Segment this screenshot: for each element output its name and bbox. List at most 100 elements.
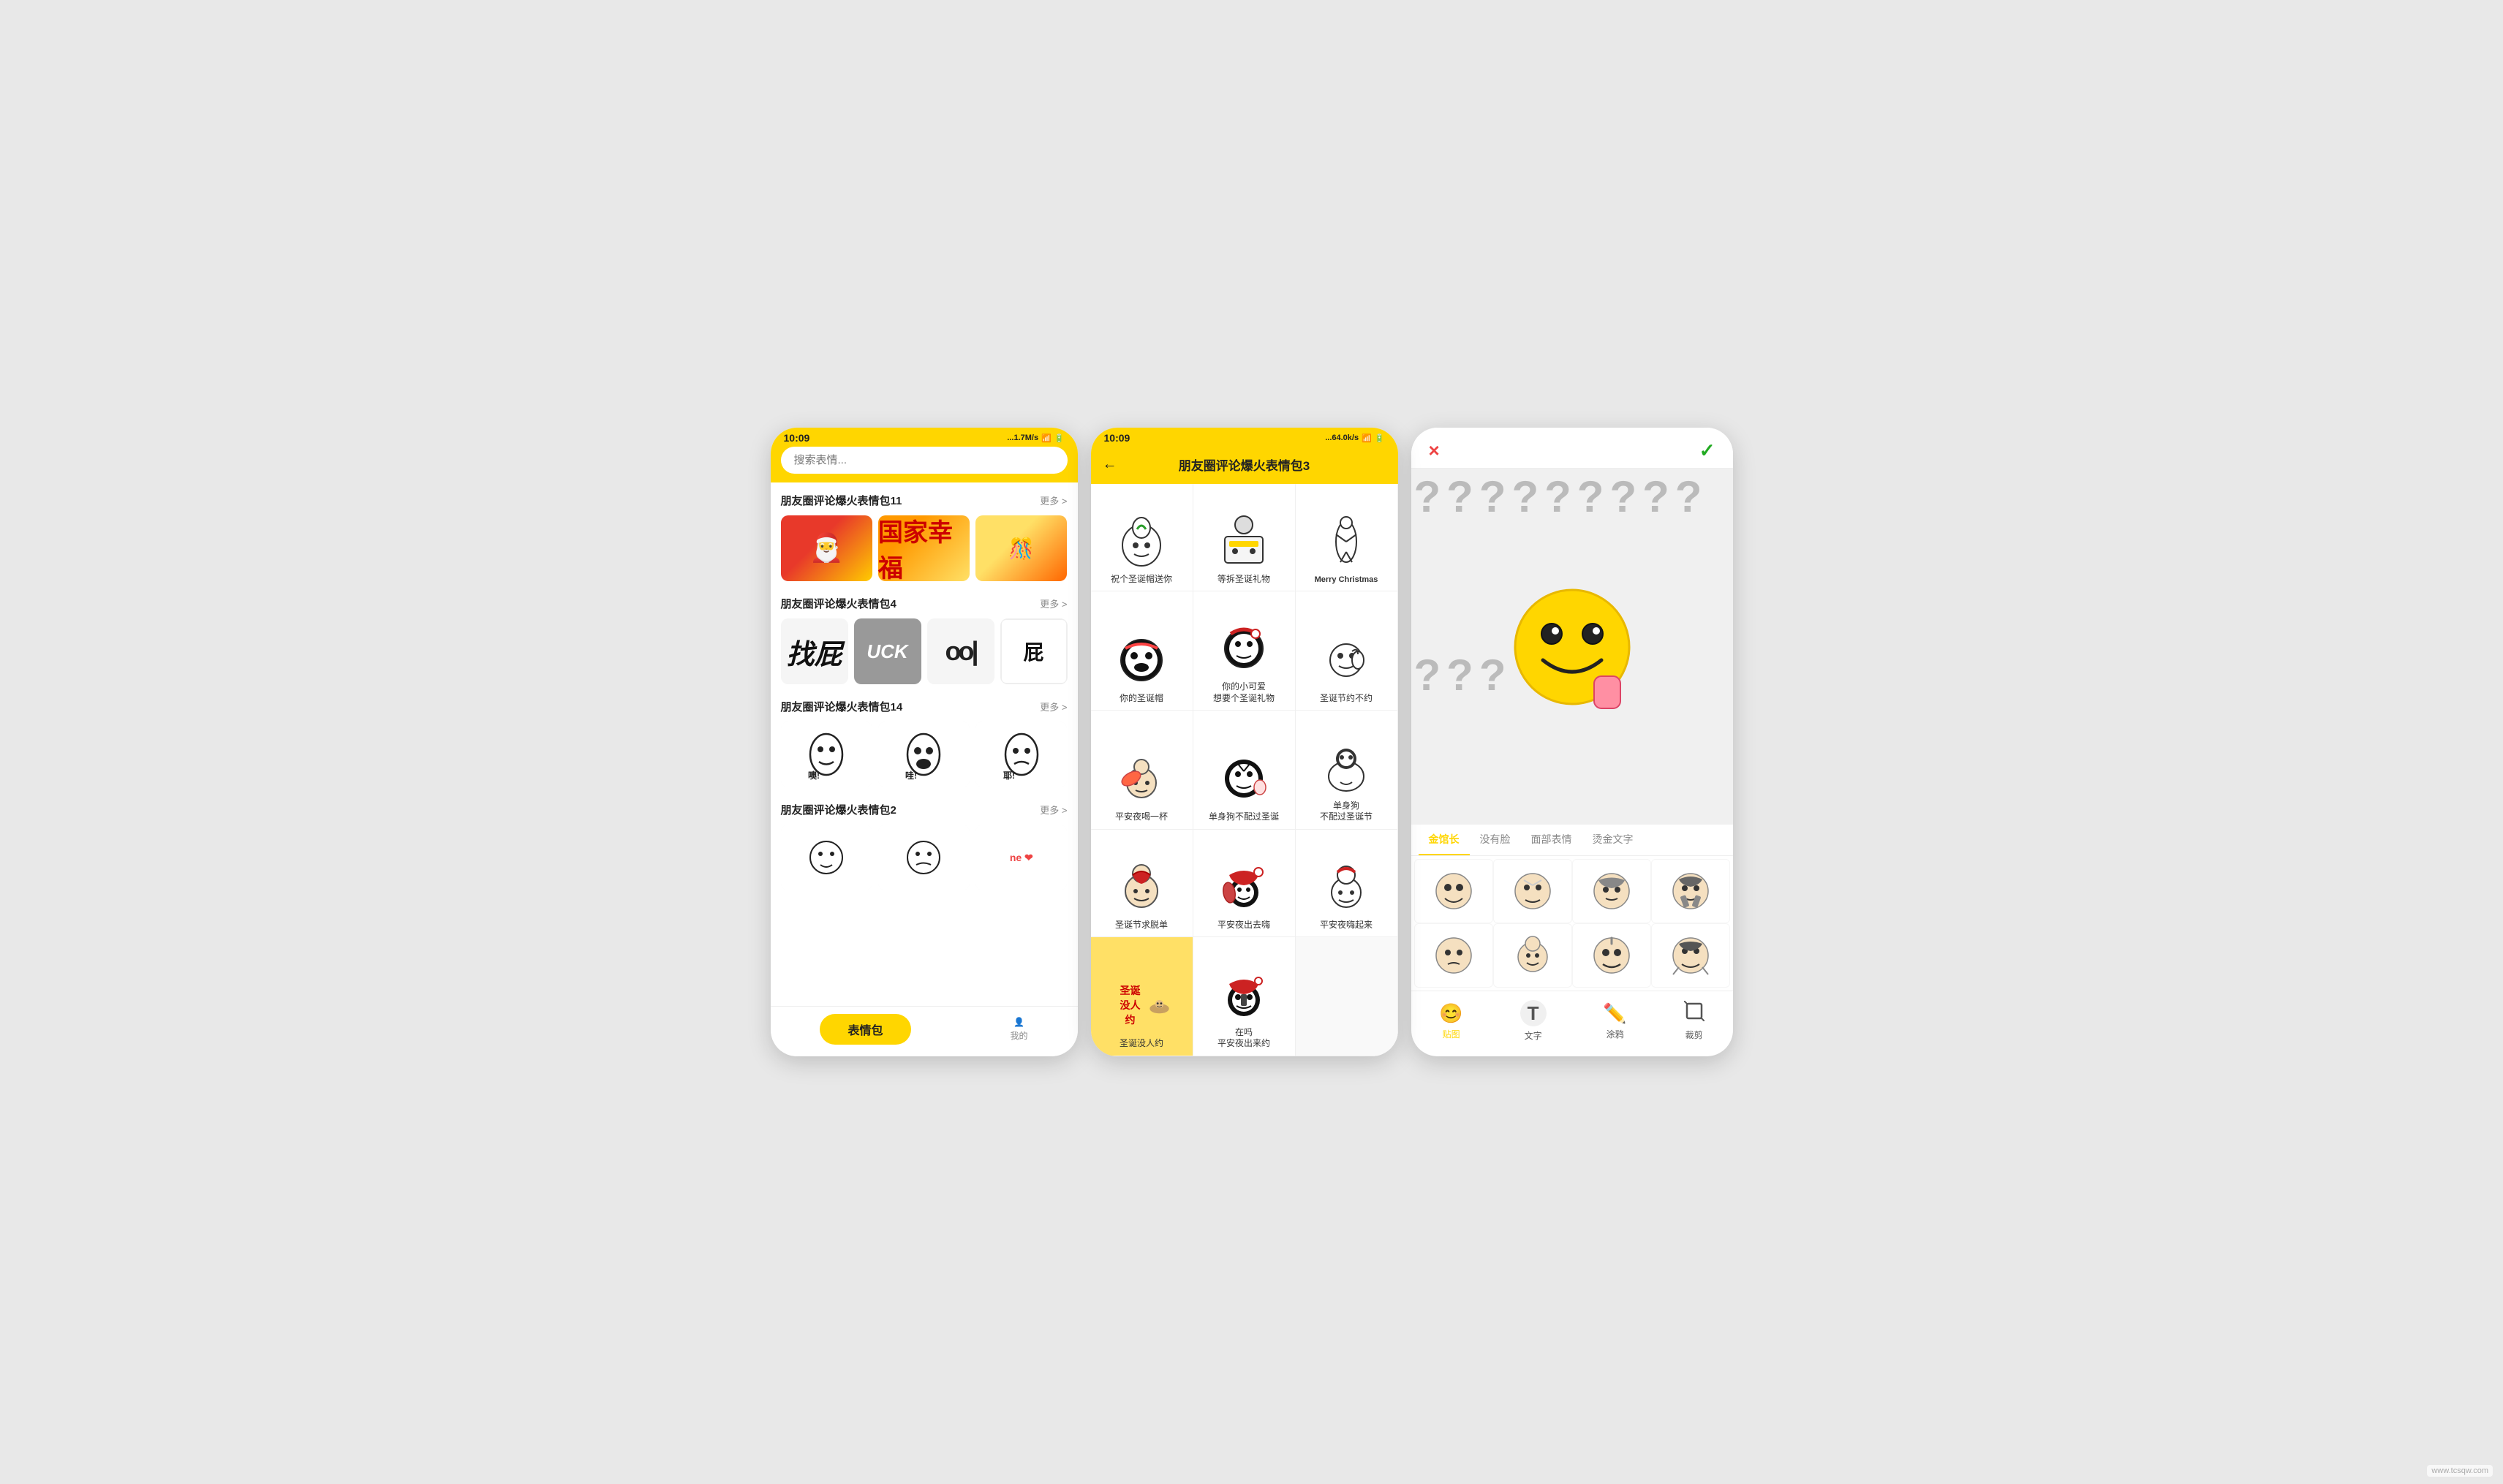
editor-sticker-5[interactable] <box>1414 923 1493 988</box>
toolbar-crop[interactable]: 裁剪 <box>1684 1001 1704 1041</box>
sticker-14-2[interactable]: 哇! <box>878 722 970 787</box>
sticker-cell-4[interactable]: 你的圣诞帽 <box>1091 591 1193 711</box>
toolbar-sticker[interactable]: 😊 贴图 <box>1439 1002 1462 1040</box>
sticker-cell-1[interactable]: 祝个圣诞帽送你 <box>1091 484 1193 591</box>
editor-main-sticker[interactable] <box>1506 581 1638 713</box>
time-2: 10:09 <box>1104 432 1130 444</box>
sticker-cell-12[interactable]: 平安夜嗨起来 <box>1296 830 1398 937</box>
sticker-face-3: 耶! <box>975 722 1067 787</box>
section-2-title: 朋友圈评论爆火表情包2 <box>781 802 896 817</box>
toolbar-text[interactable]: T 文字 <box>1520 1000 1547 1042</box>
back-button[interactable]: ← <box>1103 456 1117 473</box>
status-icons-1: ...1.7M/s 📶 🔋 <box>1007 434 1064 443</box>
tab-bar-1: 表情包 👤 我的 <box>771 1006 1078 1056</box>
svg-text:哇!: 哇! <box>905 770 917 780</box>
sticker-img-11 <box>1215 858 1273 916</box>
section-11-stickers: 🎅 国家幸福 🎊 <box>781 515 1068 581</box>
editor-sticker-7[interactable] <box>1572 923 1651 988</box>
section-2-stickers: ne ❤ <box>781 825 1068 890</box>
sticker-4-3[interactable]: oo| <box>927 618 994 684</box>
sticker-caption-9: 单身狗 不配过圣诞节 <box>1320 800 1373 823</box>
sticker-img-14 <box>1215 965 1273 1023</box>
section-14-title: 朋友圈评论爆火表情包14 <box>781 699 903 714</box>
sticker-thumb-3[interactable]: 🎊 <box>975 515 1067 581</box>
sticker-grid: 祝个圣诞帽送你 等拆圣诞礼物 Merry Christmas 你的圣诞帽 <box>1091 484 1398 1056</box>
sticker-2-2[interactable] <box>878 825 970 890</box>
editor-tabs: 金馆长 没有脸 面部表情 烫金文字 <box>1411 825 1733 856</box>
sticker-cell-9[interactable]: 单身狗 不配过圣诞节 <box>1296 711 1398 830</box>
sticker-cell-13[interactable]: 圣诞没人约 圣诞没人约 <box>1091 937 1193 1056</box>
section-11-title: 朋友圈评论爆火表情包11 <box>781 493 902 508</box>
confirm-button[interactable]: ✓ <box>1699 439 1715 462</box>
sticker-14-3[interactable]: 耶! <box>975 722 1067 787</box>
section-2: 朋友圈评论爆火表情包2 更多 > ne ❤ <box>771 792 1078 895</box>
sticker-text-3: oo| <box>927 618 994 684</box>
sticker-cell-6[interactable]: 圣诞节约不约 <box>1296 591 1398 711</box>
sticker-face-2: 哇! <box>878 722 970 787</box>
watermark: www.tcsqw.com <box>2427 1465 2493 1477</box>
sticker-caption-11: 平安夜出去嗨 <box>1217 920 1270 931</box>
sticker-2-face-2 <box>878 825 970 890</box>
editor-sticker-3[interactable] <box>1572 859 1651 923</box>
sticker-cell-7[interactable]: 平安夜喝一杯 <box>1091 711 1193 830</box>
editor-canvas: ? ? ? ? ? ? ? ? ? ? ? ? <box>1411 469 1733 825</box>
tab-my[interactable]: 👤 我的 <box>1010 1017 1027 1042</box>
section-14-more[interactable]: 更多 > <box>1040 700 1067 713</box>
sticker-cell-11[interactable]: 平安夜出去嗨 <box>1193 830 1296 937</box>
editor-sticker-2[interactable] <box>1493 859 1572 923</box>
sticker-img-7 <box>1112 749 1171 808</box>
search-input[interactable] <box>781 447 1068 474</box>
sticker-caption-12: 平安夜嗨起来 <box>1320 920 1373 931</box>
editor-toolbar: 😊 贴图 T 文字 ✏️ 涂鸦 裁剪 <box>1411 991 1733 1056</box>
sticker-4-1[interactable]: 找屁 <box>781 618 848 684</box>
editor-sticker-8[interactable] <box>1651 923 1730 988</box>
text-icon: T <box>1520 1000 1547 1026</box>
section-4-more[interactable]: 更多 > <box>1040 597 1067 610</box>
sticker-cell-2[interactable]: 等拆圣诞礼物 <box>1193 484 1296 591</box>
sticker-thumb-2[interactable]: 国家幸福 <box>878 515 970 581</box>
sticker-caption-7: 平安夜喝一杯 <box>1115 811 1168 823</box>
sticker-cell-10[interactable]: 圣诞节求脱单 <box>1091 830 1193 937</box>
tab-sticker-pack[interactable]: 表情包 <box>820 1014 910 1045</box>
sticker-2-face-1 <box>781 825 872 890</box>
section-2-more[interactable]: 更多 > <box>1040 803 1067 817</box>
sticker-img-13: 圣诞没人约 <box>1112 976 1171 1034</box>
sticker-cell-5[interactable]: 你的小可爱 想要个圣诞礼物 <box>1193 591 1296 711</box>
sticker-img-3 <box>1317 512 1375 571</box>
section-4-stickers: 找屁 UCK oo| 屁 <box>781 618 1068 684</box>
sticker-box-1: 🎅 <box>781 515 872 581</box>
sticker-cell-14[interactable]: 在吗 平安夜出来约 <box>1193 937 1296 1056</box>
editor-header: × ✓ <box>1411 428 1733 469</box>
section-4-title: 朋友圈评论爆火表情包4 <box>781 596 896 611</box>
editor-sticker-6[interactable] <box>1493 923 1572 988</box>
tab-face-expression[interactable]: 面部表情 <box>1521 825 1582 855</box>
editor-sticker-4[interactable] <box>1651 859 1730 923</box>
sticker-2-3[interactable]: ne ❤ <box>975 825 1067 890</box>
battery-icon: 🔋 <box>1054 434 1065 443</box>
tab-jin-guan-zhang[interactable]: 金馆长 <box>1419 825 1470 855</box>
toolbar-doodle[interactable]: ✏️ 涂鸦 <box>1603 1002 1626 1040</box>
status-icons-2: ...64.0k/s 📶 🔋 <box>1325 434 1384 443</box>
status-bar-2: 10:09 ...64.0k/s 📶 🔋 <box>1091 428 1398 447</box>
sticker-4-4[interactable]: 屁 <box>1000 618 1068 684</box>
editor-sticker-1[interactable] <box>1414 859 1493 923</box>
search-bar <box>771 447 1078 482</box>
sticker-caption-14: 在吗 平安夜出来约 <box>1217 1027 1270 1050</box>
sticker-cell-3[interactable]: Merry Christmas <box>1296 484 1398 591</box>
tab-no-face[interactable]: 没有脸 <box>1470 825 1521 855</box>
pencil-icon: ✏️ <box>1603 1002 1626 1025</box>
section-11-more[interactable]: 更多 > <box>1040 493 1067 507</box>
phone3: × ✓ ? ? ? ? ? ? ? ? ? ? ? ? <box>1411 428 1733 1056</box>
sticker-caption-8: 单身狗不配过圣诞 <box>1209 811 1279 823</box>
tab-gold-text[interactable]: 烫金文字 <box>1582 825 1644 855</box>
sticker-thumb-1[interactable]: 🎅 <box>781 515 872 581</box>
sticker-4-2[interactable]: UCK <box>854 618 921 684</box>
phone1-content: 朋友圈评论爆火表情包11 更多 > 🎅 国家幸福 🎊 <box>771 482 1078 1006</box>
sticker-cell-8[interactable]: 单身狗不配过圣诞 <box>1193 711 1296 830</box>
signal-2: ...64.0k/s <box>1325 434 1359 442</box>
sticker-14-1[interactable]: 噢! <box>781 722 872 787</box>
close-button[interactable]: × <box>1429 439 1440 462</box>
battery-icon-2: 🔋 <box>1375 434 1385 443</box>
sticker-img-10 <box>1112 858 1171 916</box>
sticker-2-1[interactable] <box>781 825 872 890</box>
